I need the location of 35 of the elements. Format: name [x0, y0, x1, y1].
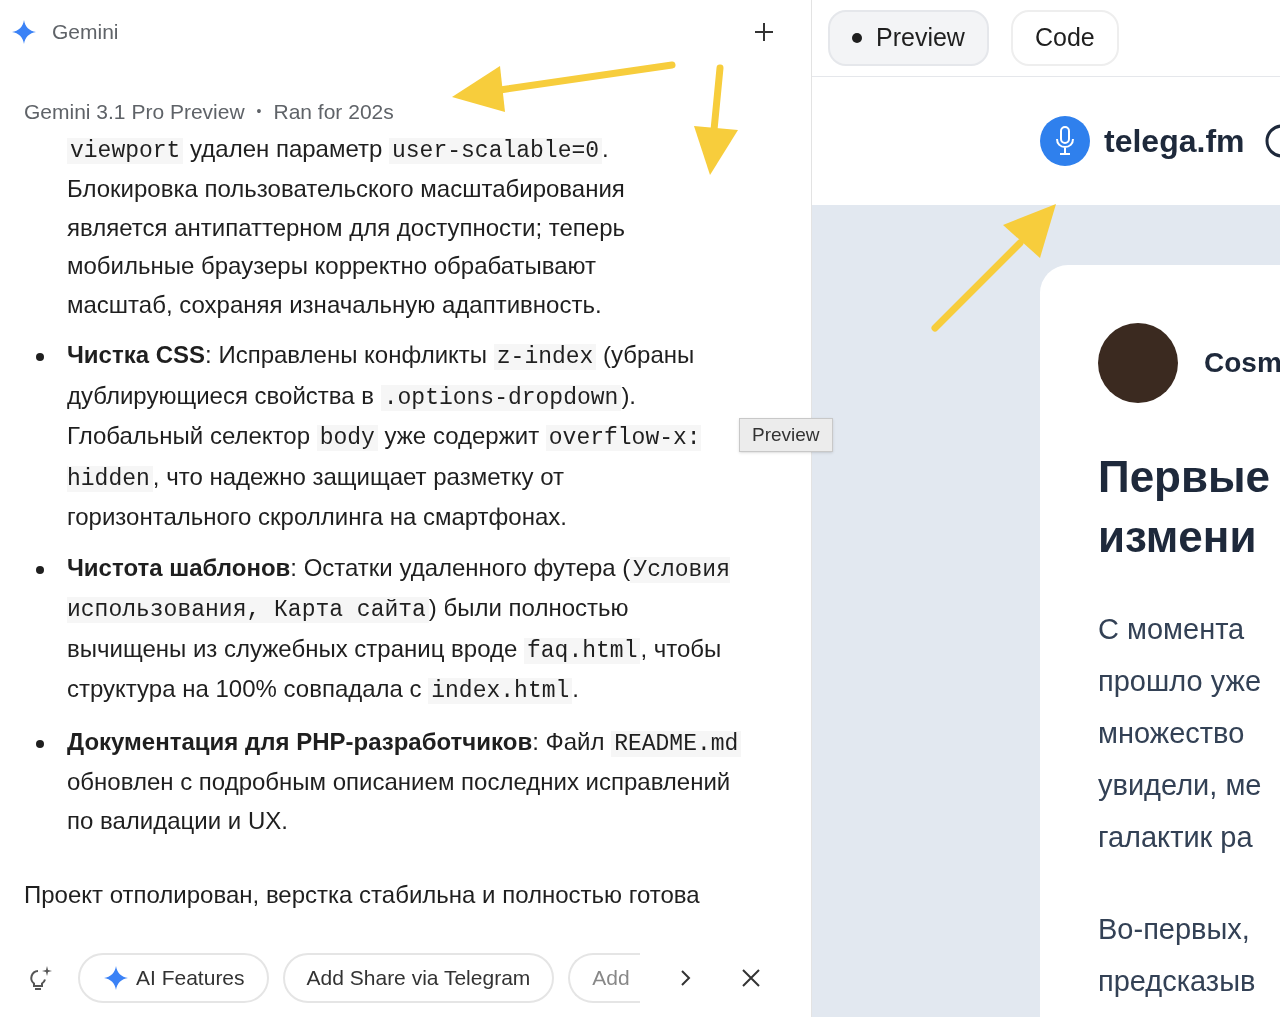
site-name: telega.fm	[1104, 122, 1245, 161]
list-paragraph: Чистка CSS: Исправлены конфликты z-index (убраны дублирующиеся свойства в .options-dropdown). Глобальный селектор body уже содержит overflow-x: hidden, что надежно защищает разметку от горизонтального скроллинга на смартфонах.	[67, 340, 702, 532]
chevron-right-icon	[678, 969, 693, 987]
sparkle-icon	[104, 966, 128, 990]
list-paragraph: viewport удален параметр user-scalable=0. Блокировка пользовательского масштабирования является антипаттерном для доступности; теперь мобильные браузеры корректно обрабатывают масштаб, сохраняя изначальную адаптивность.	[67, 133, 626, 320]
article-headline: Первые	[1098, 451, 1272, 503]
view-tab[interactable]: Preview	[828, 10, 989, 66]
suggestion-chip[interactable]: Add	[568, 953, 641, 1003]
model-name: Gemini 3.1 Pro Preview	[24, 99, 245, 125]
article-text: прошло уже	[1098, 664, 1262, 699]
view-tab[interactable]: Code	[1010, 10, 1119, 66]
summary-paragraph: Проект отполирован, верстка стабильна и полностью готова	[24, 880, 700, 910]
article-text: увидели, ме	[1098, 768, 1263, 803]
sparkle-icon	[12, 20, 36, 44]
bullet-icon	[36, 565, 44, 574]
app-title: Gemini	[52, 19, 119, 46]
bullet-icon	[36, 353, 44, 361]
separator-dot: •	[256, 102, 262, 122]
article-text: С момента	[1098, 612, 1246, 647]
suggestion-chip[interactable]: AI Features	[78, 953, 269, 1003]
article-text: Во-первых,	[1098, 912, 1251, 947]
plus-icon	[754, 22, 774, 42]
list-paragraph: Документация для PHP-разработчиков: Файл README.md обновлен с подробным описанием последних исправлений по валидации и UX.	[67, 722, 747, 840]
article-headline: измени	[1098, 511, 1258, 563]
bullet-icon	[36, 739, 44, 748]
microphone-logo-icon	[1040, 116, 1090, 166]
close-icon	[741, 968, 762, 988]
suggestion-chip[interactable]: Add Share via Telegram	[282, 953, 555, 1003]
article-text: множество	[1098, 716, 1246, 751]
author-name: Cosm	[1204, 346, 1280, 380]
article-text: галактик ра	[1098, 820, 1254, 855]
article-text: предсказыв	[1098, 964, 1257, 999]
run-duration: Ran for 202s	[273, 99, 394, 125]
list-paragraph: Чистота шаблонов: Остатки удаленного футера (Условия использования, Карта сайта) были полностью вычищены из служебных страниц вроде faq.html, чтобы структура на 100% совпадала с index.html.	[67, 552, 731, 706]
tooltip: Preview	[739, 418, 833, 452]
